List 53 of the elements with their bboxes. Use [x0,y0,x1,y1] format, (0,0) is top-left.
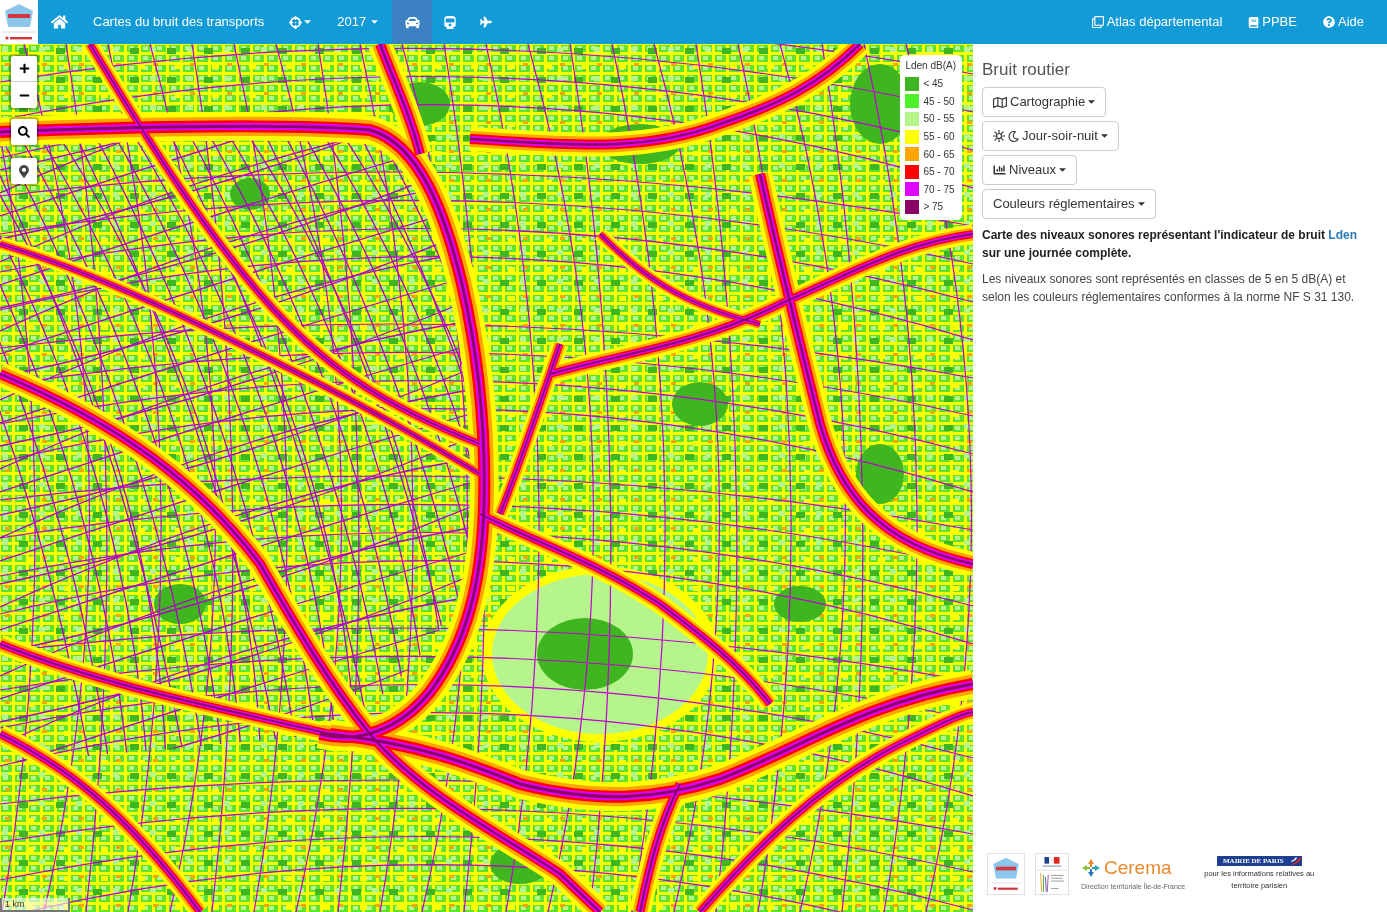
legend-title: Lden dB(A) [905,59,956,73]
dropdown-button[interactable]: Jour-soir-nuit [982,121,1119,151]
caret-icon [304,20,312,24]
home-icon [50,14,68,30]
plus-icon [18,63,30,74]
logo-drawing [0,0,38,44]
map-description: Carte des niveaux sonores représentant l'indicateur de bruit Lden sur une journée complète. [982,227,1358,262]
search-icon [18,126,30,138]
caret-icon [1088,100,1096,104]
crosshair-icon [289,15,303,29]
dropdown-button[interactable]: Couleurs réglementaires [982,189,1156,219]
bar-chart-icon [993,164,1006,176]
dropdown-button[interactable]: Niveaux [982,155,1077,185]
legend-label: < 45 [923,77,944,92]
legend-label: 55 - 60 [923,130,955,145]
site-title-link[interactable]: Cartes du bruit des transports [80,0,278,44]
moon-icon [1008,130,1019,142]
legend-label: > 75 [923,200,944,215]
legend-label: 70 - 75 [923,182,955,197]
transport-tab[interactable] [392,0,433,44]
caret-icon [371,20,379,24]
copy-icon [1091,16,1104,28]
map-pin-icon [19,164,29,178]
map-note: Les niveaux sonores sont représentés en classes de 5 en 5 dB(A) et selon les couleurs réglementaires conformes à la norme NF S 31 130. [982,271,1356,306]
panel-title: Bruit routier [982,59,1071,81]
nav-link[interactable]: PPBE [1235,0,1310,44]
caret-icon [1058,168,1066,172]
caret-icon [1137,202,1145,206]
lden-link[interactable]: Lden [1328,228,1357,242]
book-icon [1248,16,1260,28]
flag-swoosh-icon [1289,856,1302,866]
caret-icon [1100,134,1108,138]
flag-logo-drawing [1035,853,1069,895]
sun-icon [993,130,1005,142]
nav-link[interactable]: Atlas départemental [1078,0,1236,44]
year-menu[interactable]: 2017 [323,0,393,44]
scale-bar: 1 km [0,898,70,912]
legend-label: 60 - 65 [923,147,955,162]
logo-text: Cerema [1104,857,1172,879]
legend-label: 50 - 55 [923,112,955,127]
car-icon [404,14,420,30]
pentagon-logo-drawing [987,853,1025,895]
help-icon [1322,16,1335,28]
plane-icon [480,16,493,28]
legend-label: 45 - 50 [923,94,955,109]
train-icon [444,15,457,29]
map-icon [993,95,1007,109]
legend-label: 65 - 70 [923,165,955,180]
dropdown-button[interactable]: Cartographie [982,87,1107,117]
locate-button[interactable] [9,156,39,186]
arrows-logo-icon [1081,858,1101,878]
search-button[interactable] [9,117,39,147]
nav-link[interactable]: Aide [1309,0,1377,44]
